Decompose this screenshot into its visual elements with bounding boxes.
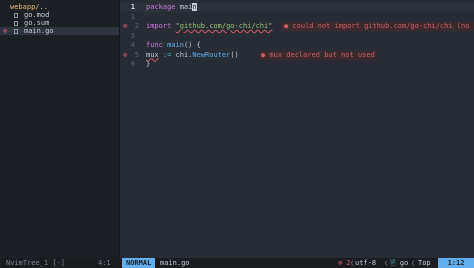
code-line[interactable]: 1	[120, 13, 474, 22]
tree-item-label: go.mod	[24, 11, 50, 19]
code-line[interactable]: 4 func main() {	[120, 41, 474, 50]
encoding-label: utf-8	[355, 259, 377, 267]
line-code: import "github.com/go-chi/chi"	[146, 22, 272, 31]
code-editor[interactable]: 1 package main 1 ⊗ 2 import "github.com/go-ch…	[120, 0, 474, 258]
line-number: 2	[134, 22, 139, 30]
code-token: :=	[158, 50, 176, 59]
code-token: () {	[183, 41, 201, 49]
tree-item-label: go.sum	[24, 19, 50, 27]
code-token: NewRouter	[192, 50, 231, 59]
filetype-label: 🖹 go	[390, 258, 408, 268]
code-token: func	[146, 41, 168, 49]
code-token: package	[146, 3, 180, 11]
code-token: }	[146, 60, 151, 68]
separator-icon: ❮	[411, 259, 416, 267]
status-line: NvimTree_1 [-] 4:1 NORMAL main.go ⊗ 2 ❮ …	[0, 258, 474, 268]
code-line[interactable]: ⊗ 5 mux := chi.NewRouter() ● mux declared …	[120, 50, 474, 60]
code-token: "github.com/go-chi/chi"	[175, 22, 273, 30]
line-number: 3	[130, 31, 135, 40]
file-icon	[14, 19, 21, 27]
error-sign-icon: ⊗	[123, 22, 128, 30]
tree-buffer-name: NvimTree_1 [-]	[6, 259, 66, 267]
code-line[interactable]: 1 package main	[120, 3, 474, 12]
line-code: package main	[146, 3, 197, 12]
cursor-position: 1:12	[438, 258, 474, 268]
file-tree-panel: webapp/.. go.mod go.sum ⊗ main.go	[0, 0, 119, 258]
code-line[interactable]: 6}	[120, 60, 474, 69]
code-token: mux	[146, 50, 159, 59]
line-number: 1	[130, 3, 135, 11]
current-file-name: main.go	[160, 259, 190, 267]
tree-item-label: main.go	[24, 27, 54, 35]
separator-icon: ❮	[384, 259, 389, 267]
line-number: 1	[130, 12, 135, 21]
filetype-text: go	[399, 259, 409, 267]
code-token: import	[146, 22, 176, 30]
code-token: mai	[179, 3, 193, 11]
line-number: 4	[130, 41, 135, 49]
scroll-position: Top	[418, 259, 431, 267]
file-icon	[14, 27, 21, 35]
code-line[interactable]: 3	[120, 32, 474, 41]
diagnostic-message: ● could not import github.com/go-chi/chi…	[282, 22, 474, 31]
code-token: ()	[230, 50, 239, 59]
mode-indicator: NORMAL	[122, 258, 156, 268]
separator-icon: ❮	[350, 259, 355, 267]
line-code: }	[146, 60, 150, 69]
line-number: 6	[130, 60, 135, 68]
error-sign-icon: ⊗	[123, 50, 128, 59]
go-file-icon: 🖹	[390, 259, 396, 267]
code-token: chi	[175, 50, 189, 59]
error-sign-icon: ⊗	[3, 27, 8, 35]
code-line[interactable]: ⊗ 2 import "github.com/go-chi/chi" ● could …	[120, 22, 474, 31]
tree-cursor-position: 4:1	[98, 259, 111, 267]
tree-root-label: webapp/..	[10, 3, 48, 11]
error-count: ⊗ 2	[338, 259, 351, 267]
line-code: mux := chi.NewRouter()	[146, 51, 239, 60]
tree-item-go-sum[interactable]: go.sum	[0, 19, 119, 27]
code-token: n	[192, 3, 197, 11]
tree-root-item[interactable]: webapp/..	[0, 3, 119, 11]
tree-item-main-go[interactable]: ⊗ main.go	[0, 27, 119, 35]
file-icon	[14, 11, 21, 19]
line-code: func main() {	[146, 41, 201, 50]
code-token: main	[167, 41, 184, 49]
diagnostic-message: ● mux declared but not used	[259, 50, 377, 60]
line-number: 5	[134, 50, 139, 59]
tree-item-go-mod[interactable]: go.mod	[0, 11, 119, 19]
